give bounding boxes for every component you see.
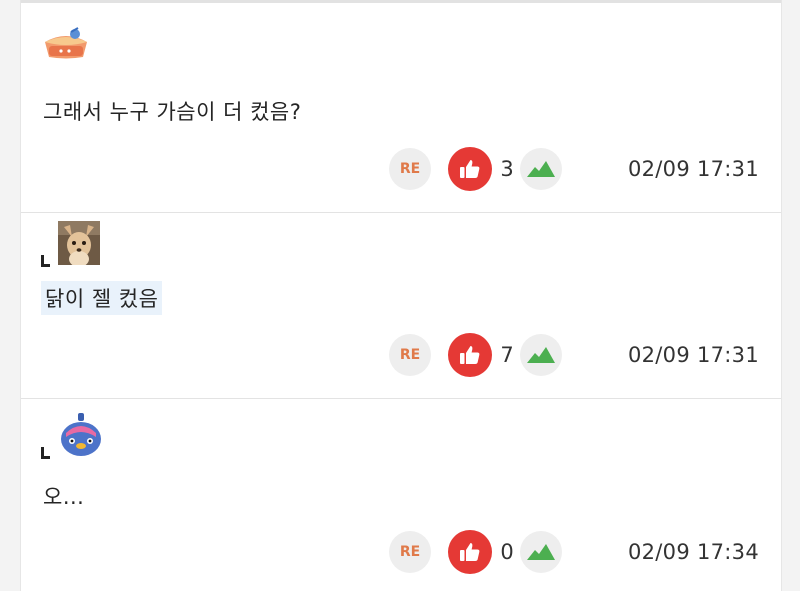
- like-button[interactable]: [448, 333, 492, 377]
- comment-author-row: [41, 411, 104, 461]
- comment-text: 오...: [43, 485, 85, 509]
- reply-button-label: RE: [399, 161, 421, 177]
- reply-button-label: RE: [399, 544, 421, 560]
- thumbs-up-icon: [460, 346, 480, 364]
- graph-button[interactable]: [520, 531, 562, 573]
- comment-timestamp: 02/09 17:31: [627, 157, 759, 181]
- thumbs-up-icon: [460, 160, 480, 178]
- comment-item: 그래서 누구 가슴이 더 컸음? RE 3 02/09 17:31: [21, 0, 781, 212]
- like-button[interactable]: [448, 147, 492, 191]
- reply-button[interactable]: RE: [389, 531, 431, 573]
- comment-author-row: [41, 221, 100, 269]
- blue-bird-avatar-icon[interactable]: [58, 411, 104, 461]
- reply-button[interactable]: RE: [389, 148, 431, 190]
- comment-text: 그래서 누구 가슴이 더 컸음?: [43, 100, 302, 124]
- dog-photo-avatar[interactable]: [58, 221, 100, 269]
- comment-author-row: [41, 24, 91, 64]
- comment-list: 그래서 누구 가슴이 더 컸음? RE 3 02/09 17:31 닭이 젤 컸…: [20, 0, 782, 591]
- reply-button[interactable]: RE: [389, 334, 431, 376]
- like-count: 0: [500, 540, 514, 564]
- reply-button-label: RE: [399, 347, 421, 363]
- comment-item: 닭이 젤 컸음 RE 7 02/09 17:31: [21, 213, 781, 398]
- like-button[interactable]: [448, 530, 492, 574]
- comment-timestamp: 02/09 17:34: [627, 540, 759, 564]
- graph-button[interactable]: [520, 148, 562, 190]
- graph-button[interactable]: [520, 334, 562, 376]
- like-count: 3: [500, 157, 514, 181]
- chart-mountain-icon: [527, 161, 555, 177]
- comment-item: 오... RE 0 02/09 17:34: [21, 399, 781, 591]
- comment-actions: RE 7 02/09 17:31: [389, 333, 759, 377]
- comment-actions: RE 0 02/09 17:34: [389, 530, 759, 574]
- chart-mountain-icon: [527, 347, 555, 363]
- reply-indicator-icon: [41, 447, 50, 459]
- comment-actions: RE 3 02/09 17:31: [389, 147, 759, 191]
- comment-text: 닭이 젤 컸음: [41, 281, 163, 315]
- chart-mountain-icon: [527, 544, 555, 560]
- like-count: 7: [500, 343, 514, 367]
- thumbs-up-icon: [460, 543, 480, 561]
- reply-indicator-icon: [41, 255, 50, 267]
- pie-avatar-icon[interactable]: [41, 24, 91, 64]
- comment-timestamp: 02/09 17:31: [627, 343, 759, 367]
